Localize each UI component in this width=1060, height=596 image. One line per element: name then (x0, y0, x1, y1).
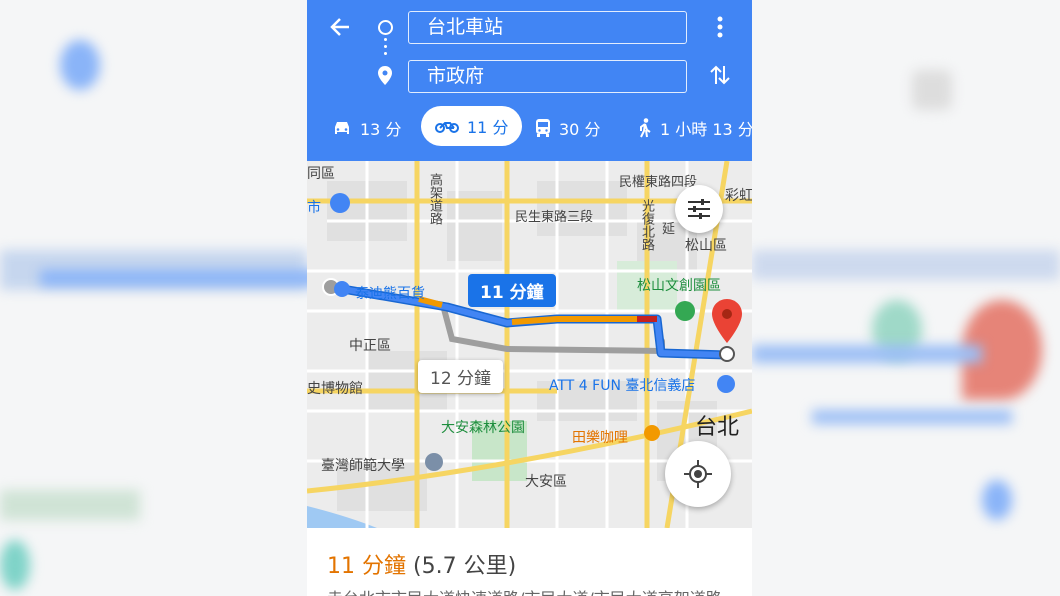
label-teddy-store: 泰迪熊百貨 (355, 286, 425, 302)
label-ntnu: 臺灣師範大學 (321, 458, 405, 474)
tab-transit-label: 30 分 (559, 120, 601, 139)
route-dots-icon (384, 38, 387, 56)
more-vert-icon (717, 16, 723, 38)
bus-icon (535, 119, 551, 137)
swap-button[interactable] (705, 60, 735, 90)
label-district-datong: 同區 (307, 166, 335, 182)
my-location-icon (684, 460, 712, 488)
destination-pin-icon (378, 66, 392, 85)
label-songshan-park: 松山文創園區 (637, 278, 721, 294)
maps-directions-screen: 台北車站 市政府 13 分 11 分 30 分 1 小時 13 分 同區 市 高… (307, 0, 752, 596)
origin-input[interactable]: 台北車站 (408, 11, 687, 44)
route-options-button[interactable] (675, 185, 723, 233)
label-elevated-road: 高架道路 (427, 173, 442, 225)
label-minquan-rd: 民權東路四段 (619, 175, 698, 190)
walk-icon (638, 118, 652, 138)
label-xinnan-market: 市 (307, 200, 321, 216)
label-tianle-curry: 田樂咖哩 (572, 430, 628, 446)
park-icon (675, 301, 695, 321)
tab-drive-label: 13 分 (360, 120, 402, 139)
label-att-4-fun: ATT 4 FUN 臺北信義店 (549, 378, 696, 394)
destination-input[interactable]: 市政府 (408, 60, 687, 93)
back-arrow-icon (330, 18, 349, 36)
travel-mode-tabs: 13 分 11 分 30 分 1 小時 13 分 (307, 106, 752, 150)
school-icon (425, 453, 443, 471)
route-duration-callout[interactable]: 11 分鐘 (468, 274, 556, 307)
route-time: 11 分鐘 (327, 554, 406, 579)
tab-motorcycle-label: 11 分 (467, 118, 509, 137)
tab-transit[interactable]: 30 分 (535, 108, 600, 148)
label-daan-district: 大安區 (525, 474, 567, 490)
origin-dot-icon (378, 20, 393, 35)
tab-drive[interactable]: 13 分 (332, 108, 401, 148)
tab-walk[interactable]: 1 小時 13 分 (638, 108, 752, 148)
tab-walk-label: 1 小時 13 分 (660, 120, 752, 139)
label-yan: 延 (662, 222, 676, 237)
tune-icon (688, 199, 710, 219)
label-rainbow: 彩虹 (725, 188, 752, 204)
label-daan-park: 大安森林公園 (441, 420, 525, 436)
label-zhongzheng: 中正區 (349, 338, 391, 354)
shopping-icon (330, 193, 350, 213)
destination-marker-icon (712, 299, 742, 343)
back-button[interactable] (325, 12, 355, 42)
label-taipei: 台北 (695, 415, 740, 440)
route-description: 走台北市市民大道快速道路/市民大道/市民大道高架道路 (327, 585, 722, 596)
label-guangfu-rd: 光復北路 (639, 199, 654, 251)
label-museum: 史博物館 (307, 381, 363, 397)
route-map[interactable]: 同區 市 高架道路 民權東路四段 民生東路三段 光復北路 延 彩虹 松山區 松山… (307, 161, 752, 528)
route-distance: (5.7 公里) (413, 554, 517, 579)
label-minsheng-rd: 民生東路三段 (515, 210, 594, 225)
my-location-button[interactable] (665, 441, 731, 507)
more-options-button[interactable] (705, 12, 735, 42)
route-summary[interactable]: 11 分鐘 (5.7 公里) (327, 548, 516, 580)
background-blur-left (0, 0, 307, 596)
car-icon (332, 120, 352, 136)
motorcycle-icon (435, 119, 459, 133)
directions-header: 台北車站 市政府 13 分 11 分 30 分 1 小時 13 分 (307, 0, 752, 161)
swap-vert-icon (710, 65, 730, 85)
food-icon (644, 425, 660, 441)
teddy-store-icon (334, 281, 350, 297)
alt-route-duration-callout[interactable]: 12 分鐘 (418, 360, 504, 393)
shopping-icon (717, 375, 735, 393)
label-songshan-district: 松山區 (685, 238, 727, 254)
background-blur-right (752, 0, 1060, 596)
tab-motorcycle[interactable]: 11 分 (421, 106, 523, 146)
